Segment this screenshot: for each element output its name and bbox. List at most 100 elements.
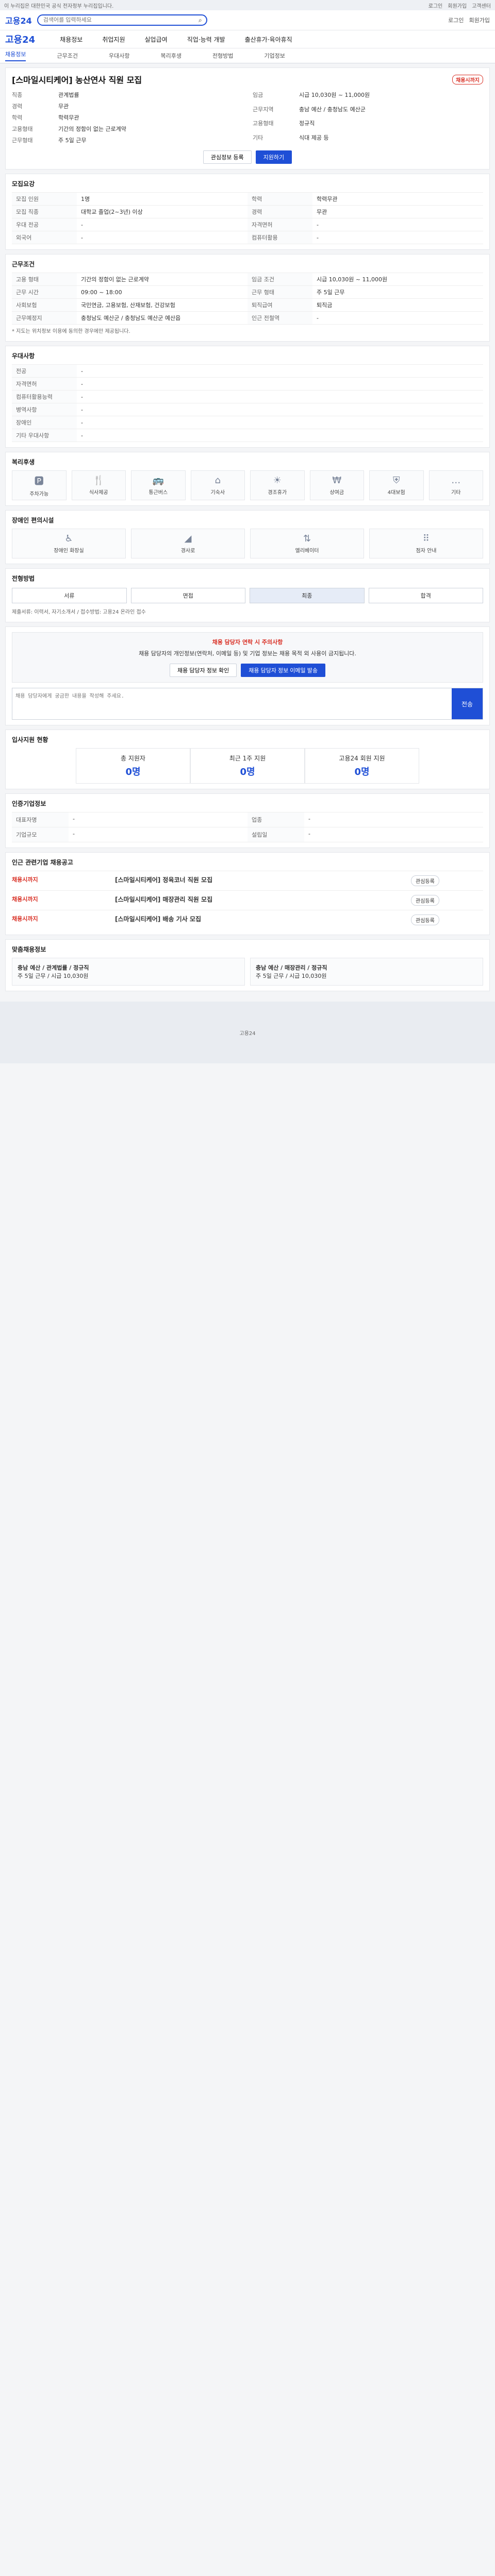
cell-value: - (317, 234, 319, 241)
related-section: 인근 관련기업 채용공고 채용시까지 [스마일시티케어] 정육코너 직원 모집 … (5, 852, 490, 935)
section-title: 입사지원 현황 (12, 736, 48, 743)
kv-value: 주 5일 근무 (58, 137, 87, 144)
cell-key: 경력 (248, 206, 312, 218)
kv-key: 고용형태 (253, 120, 274, 127)
stat-label: 총 지원자 (121, 755, 145, 762)
cell-key: 병역사항 (12, 403, 77, 416)
logo[interactable]: 고용24 (5, 14, 32, 26)
tab-benefits[interactable]: 복리후생 (160, 52, 181, 60)
cell-key: 사회보험 (12, 299, 77, 311)
cell-key: 근무 형태 (248, 286, 312, 298)
cell-key: 자격면허 (248, 218, 312, 231)
facility-item: ⇅ 엘리베이터 (250, 529, 364, 558)
cell-value: 09:00 ~ 18:00 (81, 289, 122, 296)
item-pill[interactable]: 관심등록 (411, 875, 439, 886)
contact-text: 채용 담당자의 개인정보(연락처, 이메일 등) 및 기업 정보는 채용 목적 … (139, 650, 356, 657)
gnb-item-leave[interactable]: 출산휴가·육아휴직 (245, 35, 292, 44)
list-item[interactable]: 채용시까지 [스마일시티케어] 매장관리 직원 모집 관심등록 (12, 890, 483, 910)
tab-process[interactable]: 전형방법 (212, 52, 233, 60)
card-subtitle: 주 5일 근무 / 시급 10,030원 (256, 973, 327, 979)
recommend-card[interactable]: 충남 예산 / 매장관리 / 정규직주 5일 근무 / 시급 10,030원 (250, 958, 483, 986)
topbar-links: 로그인 회원가입 고객센터 (428, 2, 491, 9)
info-cell: 병역사항 - (12, 403, 483, 416)
item-title[interactable]: [스마일시티케어] 배송 기사 모집 (115, 914, 411, 925)
tab-conditions[interactable]: 근무조건 (57, 52, 77, 60)
info-cell: 모집 직종 대학교 졸업(2~3년) 이상 (12, 206, 248, 218)
cell-value: 주 5일 근무 (317, 289, 345, 296)
bookmark-button[interactable]: 관심정보 등록 (203, 150, 252, 164)
stats-row: 총 지원자 0명 최근 1주 지원 0명 고용24 회원 지원 0명 (12, 748, 483, 784)
stat-box: 고용24 회원 지원 0명 (305, 748, 419, 784)
message-box: 전송 (12, 688, 483, 720)
list-item[interactable]: 채용시까지 [스마일시티케어] 정육코너 직원 모집 관심등록 (12, 871, 483, 890)
topbar: 이 누리집은 대한민국 공식 전자정부 누리집입니다. 로그인 회원가입 고객센… (0, 0, 495, 10)
search-icon[interactable]: ⌕ (199, 16, 202, 24)
gnb-item-support[interactable]: 취업지원 (102, 35, 125, 44)
kv-value: 기간의 정함이 없는 근로계약 (58, 126, 126, 132)
item-status: 채용시까지 (12, 876, 38, 883)
header-signup[interactable]: 회원가입 (469, 16, 490, 24)
conditions-note: * 지도는 위치정보 이용에 동의한 경우에만 제공됩니다. (12, 329, 130, 334)
topbar-link-help[interactable]: 고객센터 (472, 2, 491, 9)
kv-value: 시급 10,030원 ~ 11,000원 (299, 92, 370, 98)
cell-value: - (81, 419, 83, 426)
info-cell: 자격면허 - (12, 378, 483, 391)
benefit-label: 상여금 (329, 490, 344, 496)
facility-item: ♿ 장애인 화장실 (12, 529, 126, 558)
kv-key: 근무형태 (12, 137, 33, 144)
kv-value: 학력무관 (58, 114, 79, 121)
item-status: 채용시까지 (12, 916, 38, 922)
card-title: 충남 예산 / 매장관리 / 정규직 (256, 964, 327, 971)
message-input[interactable] (12, 688, 452, 719)
cell-value: 학력무관 (317, 196, 338, 202)
cell-value: 국민연금, 고용보험, 산재보험, 건강보험 (81, 302, 175, 309)
topbar-link-signup[interactable]: 회원가입 (448, 2, 467, 9)
list-item[interactable]: 채용시까지 [스마일시티케어] 배송 기사 모집 관심등록 (12, 910, 483, 929)
gnb-item-unemployment[interactable]: 실업급여 (145, 35, 168, 44)
card-subtitle: 주 5일 근무 / 시급 10,030원 (18, 973, 89, 979)
job-title-row: [스마일시티케어] 농산연사 직원 모집 채용시까지 (12, 73, 483, 86)
tab-company[interactable]: 기업정보 (264, 52, 285, 60)
cell-key: 근무예정지 (12, 312, 77, 324)
contact-info-button[interactable]: 채용 담당자 정보 확인 (170, 664, 237, 677)
stat-box: 총 지원자 0명 (76, 748, 190, 784)
recommend-card[interactable]: 충남 예산 / 관계법률 / 정규직 주 5일 근무 / 시급 10,030원 (12, 958, 245, 986)
recruit-section: 모집요강 모집 인원 1명 학력 학력무관 모집 직종 대학교 졸업(2~3년) 이상… (5, 174, 490, 250)
cell-value: - (81, 367, 83, 375)
cell-key: 근무 시간 (12, 286, 77, 298)
tab-recruit[interactable]: 채용정보 (5, 50, 26, 61)
apply-button[interactable]: 지원하기 (255, 150, 292, 164)
kv-key: 근무지역 (253, 106, 274, 113)
cell-key: 우대 전공 (12, 218, 77, 231)
section-title: 인근 관련기업 채용공고 (12, 859, 73, 866)
gnb-item-training[interactable]: 직업·능력 개발 (187, 35, 225, 44)
cell-value: - (81, 406, 83, 413)
tab-preferences[interactable]: 우대사항 (109, 52, 129, 60)
send-button[interactable]: 전송 (452, 688, 483, 719)
item-title[interactable]: [스마일시티케어] 매장관리 직원 모집 (115, 895, 411, 906)
item-pill[interactable]: 관심등록 (411, 895, 439, 906)
section-title: 전형방법 (12, 575, 35, 582)
benefit-item: 🅿 주차가능 (12, 470, 67, 500)
stat-box: 최근 1주 지원 0명 (190, 748, 305, 784)
search-input[interactable] (42, 16, 199, 24)
gnb-item-jobs[interactable]: 채용정보 (60, 35, 82, 44)
benefit-item: 🍴 식사제공 (71, 470, 126, 500)
item-pill[interactable]: 관심등록 (411, 914, 439, 925)
header: 고용24 ⌕ 로그인 회원가입 (0, 10, 495, 30)
job-summary-right: 임금 시급 10,030원 ~ 11,000원 근무지역 충남 예산 / 충청남도 … (253, 91, 483, 144)
contact-email-button[interactable]: 채용 담당자 정보 이메일 발송 (241, 664, 325, 677)
info-cell: 컴퓨터활용 - (248, 231, 483, 244)
benefit-item: ⌂ 기숙사 (190, 470, 245, 500)
item-title[interactable]: [스마일시티케어] 정육코너 직원 모집 (115, 875, 411, 886)
cell-value: - (317, 221, 319, 228)
topbar-link-login[interactable]: 로그인 (428, 2, 443, 9)
contact-section: 채용 담당자 연락 시 주의사항 채용 담당자의 개인정보(연락처, 이메일 등… (5, 626, 490, 725)
benefits-icons: 🅿 주차가능 🍴 식사제공 🚌 통근버스 ⌂ 기숙사 ☀ 경조휴가 ₩ 상여금 ⛨ 4대보험 … (12, 470, 483, 500)
company-key: 대표자명 (12, 812, 69, 827)
kv-key: 임금 (253, 92, 263, 98)
gnb-brand[interactable]: 고용24 (5, 32, 35, 46)
header-login[interactable]: 로그인 (448, 16, 464, 24)
contact-title: 채용 담당자 연락 시 주의사항 (212, 639, 283, 646)
company-key: 업종 (248, 812, 304, 827)
